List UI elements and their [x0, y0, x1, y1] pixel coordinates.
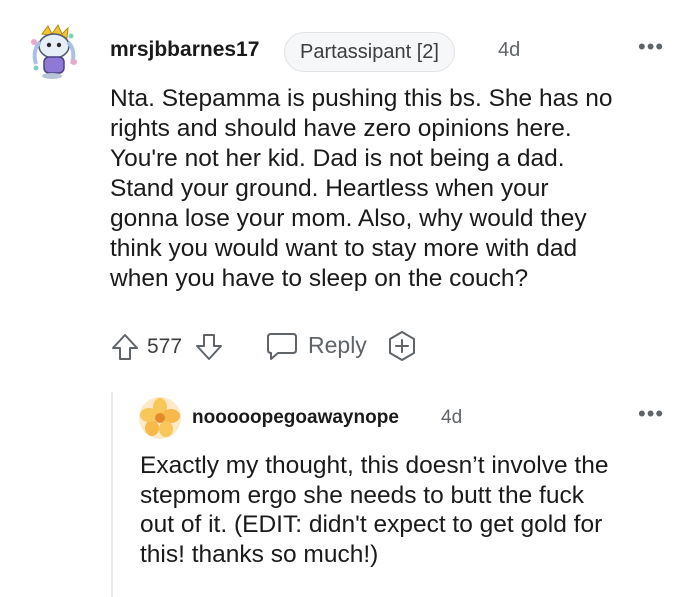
comment-body: Nta. Stepamma is pushing this bs. She ha…: [110, 84, 690, 294]
reply-username[interactable]: nooooopegoawaynope: [192, 407, 399, 429]
comment-body-line: when you have to sleep on the couch?: [110, 265, 529, 292]
flower-avatar-icon: [139, 397, 181, 439]
reply-more-options-icon[interactable]: •••: [638, 401, 664, 427]
more-options-icon[interactable]: •••: [638, 34, 664, 60]
upvote-arrow-icon: [112, 334, 138, 360]
comment-body-line: gonna lose your mom. Also, why would the…: [110, 205, 587, 232]
reply-user-avatar[interactable]: [138, 396, 182, 440]
reply-body-line: this! thanks so much!): [140, 540, 379, 568]
upvote-button[interactable]: [110, 332, 140, 362]
comment-body-line: Stand your ground. Heartless when your: [110, 175, 549, 202]
user-flair: Partassipant [2]: [284, 32, 455, 72]
comment-body-line: Nta. Stepamma is pushing this bs. She ha…: [110, 85, 613, 112]
reply-label: Reply: [308, 332, 367, 358]
reply-body: Exactly my thought, this doesn’t involve…: [140, 451, 690, 569]
reply-body-line: Exactly my thought, this doesn’t involve…: [140, 452, 609, 479]
thread-line[interactable]: [111, 392, 113, 597]
username[interactable]: mrsjbbarnes17: [110, 38, 259, 62]
downvote-arrow-icon: [196, 334, 222, 360]
comment-body-line: You're not her kid. Dad is not being a d…: [110, 145, 565, 172]
comment-age: 4d: [498, 39, 521, 61]
speech-bubble-icon: [267, 333, 297, 360]
reply-age: 4d: [441, 407, 463, 428]
user-avatar[interactable]: [22, 20, 86, 84]
award-plus-icon: [389, 331, 415, 361]
comment-body-line: rights and should have zero opinions her…: [110, 115, 572, 142]
reply-body-line: out of it. (EDIT: didn't expect to get g…: [140, 511, 603, 538]
give-award-button[interactable]: [386, 330, 418, 362]
comment-thread: mrsjbbarnes17 Partassipant [2] 4d ••• Nt…: [0, 0, 700, 597]
comment-body-line: think you would want to stay more with d…: [110, 235, 578, 262]
downvote-button[interactable]: [194, 332, 224, 362]
vote-score: 577: [147, 335, 183, 358]
reply-body-line: stepmom ergo she needs to butt the fuck: [140, 481, 584, 509]
snoo-avatar-icon: [24, 22, 84, 82]
